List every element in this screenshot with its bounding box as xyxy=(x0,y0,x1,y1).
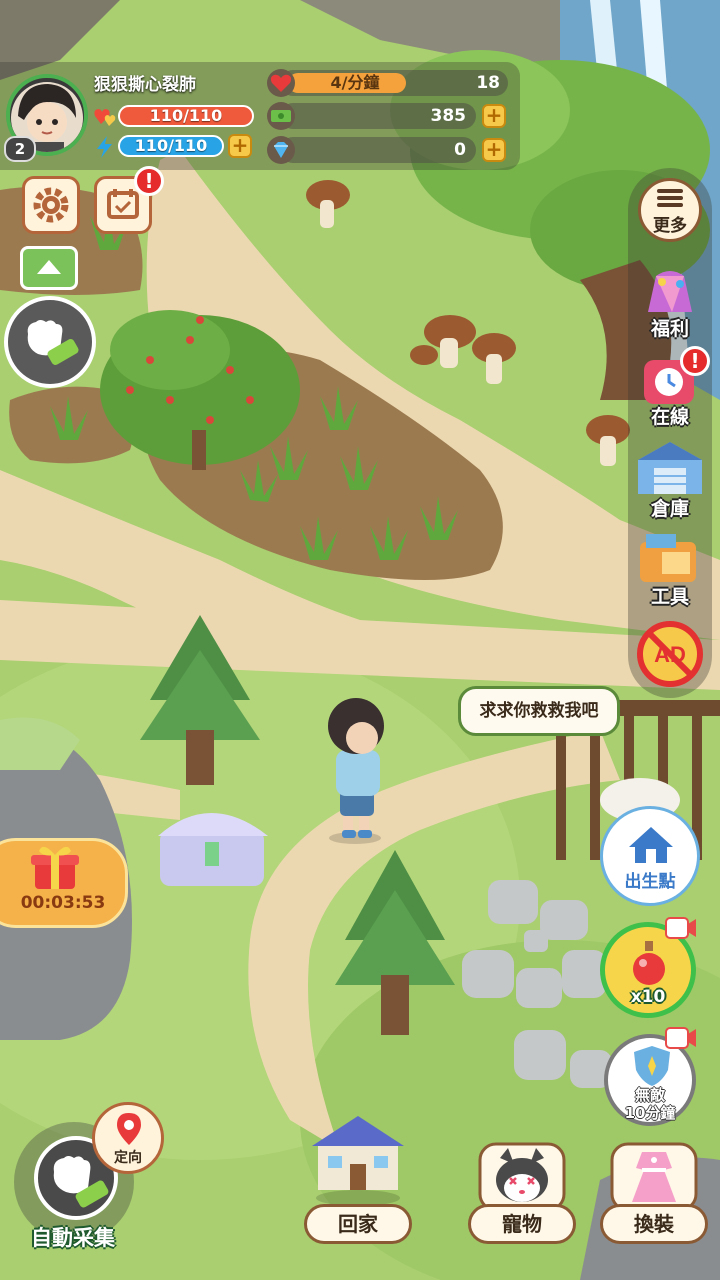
cash-amount: 385 xyxy=(430,106,467,126)
hp-hearts-icon xyxy=(94,109,116,126)
warehouse-button[interactable]: 倉庫 xyxy=(632,438,708,520)
gift-bag-icon xyxy=(648,271,692,312)
dress-icon xyxy=(610,1142,698,1212)
energy-bolt-icon xyxy=(97,136,112,158)
gem-amount: 0 xyxy=(454,140,466,160)
more-circle: 更多 xyxy=(638,178,702,242)
outfit-nav-button[interactable]: 換裝 xyxy=(592,1140,716,1244)
add-gems-button[interactable]: + xyxy=(482,138,506,162)
npc-speech-bubble: 求求你救救我吧 xyxy=(458,686,620,736)
gift-timer-button[interactable]: 00:03:53 xyxy=(0,838,128,928)
tools-label: 工具 xyxy=(650,586,689,608)
no-ads-icon: AD xyxy=(637,621,703,687)
tools-button[interactable]: 工具 xyxy=(632,526,708,608)
gift-timer-text: 00:03:53 xyxy=(20,893,106,913)
map-pin-icon xyxy=(117,1113,141,1145)
gift-box-icon xyxy=(31,846,79,889)
potion-count: x10 xyxy=(630,987,666,1007)
no-ads-button[interactable]: AD xyxy=(632,618,708,690)
welfare-label: 福利 xyxy=(650,318,689,340)
home-nav-label: 回家 xyxy=(304,1204,412,1244)
player-level-badge: 2 xyxy=(4,136,36,162)
video-ad-icon xyxy=(665,917,696,939)
pet-nav-label: 寵物 xyxy=(468,1204,576,1244)
home-icon xyxy=(629,827,673,863)
chevron-up-icon xyxy=(37,260,61,274)
heart-icon xyxy=(267,69,295,97)
glove-icon xyxy=(27,320,79,365)
add-energy-button[interactable]: + xyxy=(228,134,252,158)
add-cash-button[interactable]: + xyxy=(482,104,506,128)
speech-bubble-text: 求求你救救我吧 xyxy=(479,701,599,721)
spawn-point-label: 出生點 xyxy=(624,872,676,892)
cash-icon xyxy=(267,102,295,130)
welfare-button[interactable]: 福利 xyxy=(632,262,708,340)
hp-bar: 110/110 xyxy=(118,105,254,127)
pet-nav-button[interactable]: 寵物 xyxy=(460,1140,584,1244)
heart-rate-text: 4/分鐘 xyxy=(330,73,380,92)
locate-button[interactable]: 定向 xyxy=(92,1102,164,1174)
auto-collect-label: 自動采集 xyxy=(31,1226,115,1250)
spawn-point-button[interactable]: 出生點 xyxy=(600,806,700,906)
house-icon xyxy=(312,1116,404,1206)
locate-label: 定向 xyxy=(114,1150,142,1166)
home-nav-button[interactable]: 回家 xyxy=(296,1112,420,1244)
warehouse-icon xyxy=(638,442,702,494)
online-label: 在線 xyxy=(650,406,689,428)
diamond-icon xyxy=(267,136,295,164)
warehouse-label: 倉庫 xyxy=(650,498,689,520)
toolbox-icon xyxy=(640,534,696,582)
collapse-button[interactable] xyxy=(20,246,78,290)
potion-icon xyxy=(633,941,665,985)
invincible-label-2: 10分鐘 xyxy=(624,1104,676,1122)
online-alert-badge: ! xyxy=(680,346,710,376)
gear-icon xyxy=(33,187,69,223)
more-button[interactable]: 更多 xyxy=(632,176,708,246)
video-ad-icon xyxy=(665,1027,696,1049)
more-label: 更多 xyxy=(653,216,687,236)
settings-button[interactable] xyxy=(22,176,80,234)
calendar-alert-badge: ! xyxy=(134,166,164,196)
heart-count-text: 18 xyxy=(476,73,500,93)
gather-button[interactable] xyxy=(4,296,96,388)
player-name: 狠狠撕心裂肺 xyxy=(94,75,196,95)
cat-icon xyxy=(478,1142,566,1212)
outfit-nav-label: 換裝 xyxy=(600,1204,708,1244)
energy-bar: 110/110 xyxy=(118,135,224,157)
